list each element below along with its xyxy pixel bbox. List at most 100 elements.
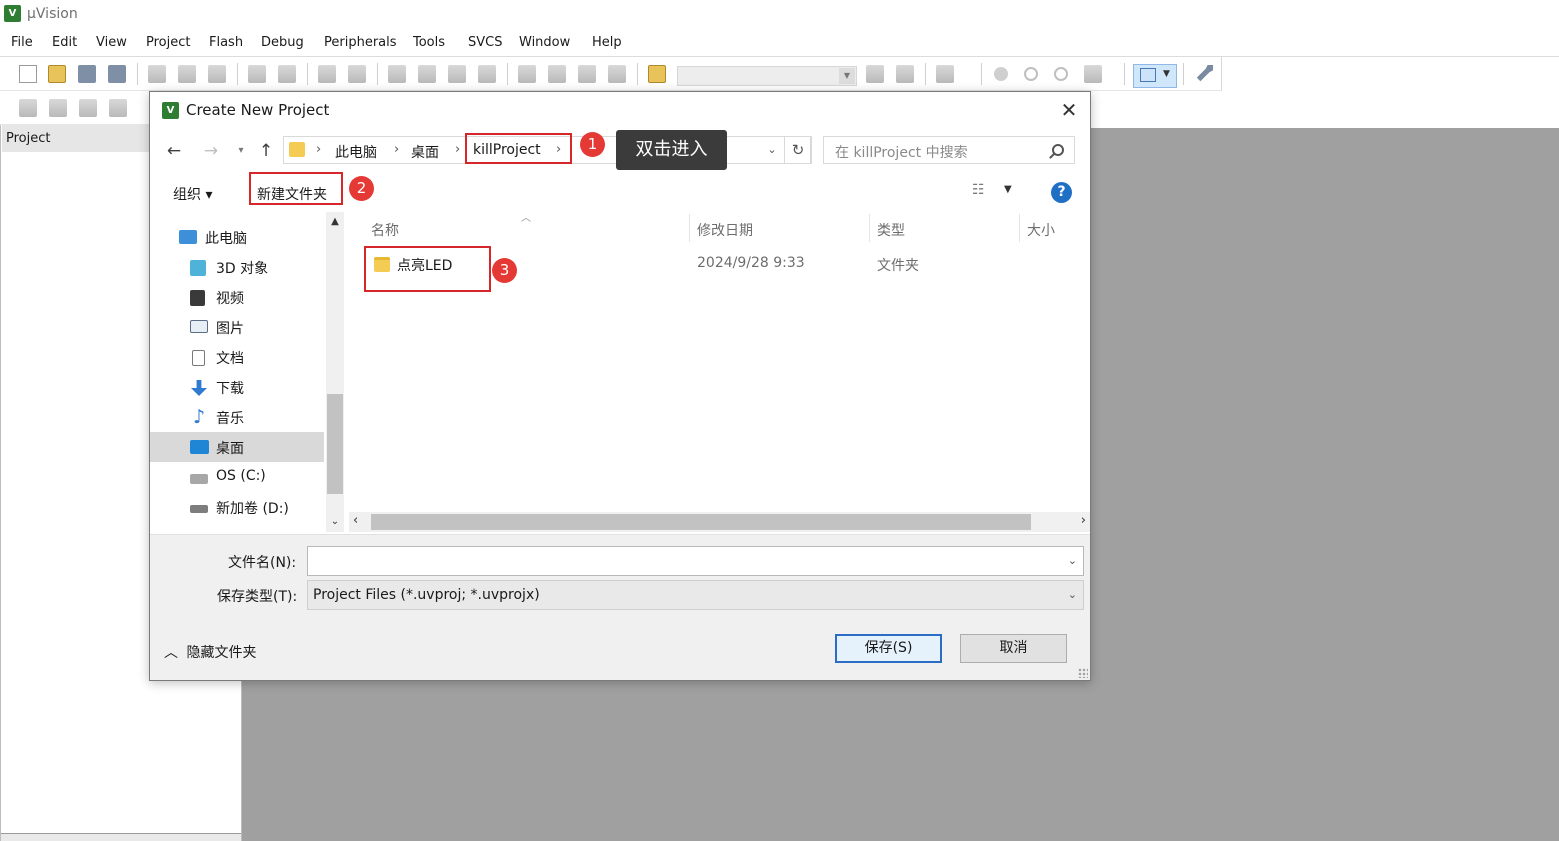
menu-peripherals[interactable]: Peripherals bbox=[324, 35, 397, 50]
nav-item-this-pc[interactable]: 此电脑 bbox=[150, 222, 324, 252]
nav-item-music[interactable]: ♪ 音乐 bbox=[150, 402, 324, 432]
find-icon[interactable] bbox=[866, 65, 884, 83]
menu-debug[interactable]: Debug bbox=[261, 35, 304, 50]
open-file-icon[interactable] bbox=[48, 65, 66, 83]
nav-item-volume-d[interactable]: 新加卷 (D:) bbox=[150, 492, 324, 522]
translate-icon[interactable] bbox=[19, 99, 37, 117]
nav-item-3d-objects[interactable]: 3D 对象 bbox=[150, 252, 324, 282]
find-in-files-icon[interactable] bbox=[648, 65, 666, 83]
menu-project[interactable]: Project bbox=[146, 35, 190, 50]
nav-item-os-c[interactable]: OS (C:) bbox=[150, 462, 324, 492]
scroll-down-icon[interactable]: ⌄ bbox=[326, 516, 344, 530]
nav-item-videos[interactable]: 视频 bbox=[150, 282, 324, 312]
column-size[interactable]: 大小 bbox=[1027, 220, 1055, 240]
chevron-down-icon[interactable]: ⌄ bbox=[1068, 554, 1077, 567]
scrollbar-thumb[interactable] bbox=[327, 394, 343, 494]
toolbar-separator bbox=[237, 63, 238, 85]
disable-breakpoint-icon[interactable] bbox=[1024, 67, 1038, 81]
scroll-up-icon[interactable]: ▲ bbox=[326, 216, 344, 230]
file-type: 文件夹 bbox=[877, 258, 919, 274]
forward-arrow-icon[interactable]: → bbox=[200, 140, 222, 162]
scroll-left-icon[interactable]: ‹ bbox=[353, 513, 358, 528]
organize-button[interactable]: 组织 ▾ bbox=[173, 184, 212, 204]
unindent-icon[interactable] bbox=[548, 65, 566, 83]
menu-svcs[interactable]: SVCS bbox=[468, 35, 502, 50]
nav-item-downloads[interactable]: 下载 bbox=[150, 372, 324, 402]
bookmark-next-icon[interactable] bbox=[448, 65, 466, 83]
cancel-button[interactable]: 取消 bbox=[960, 634, 1067, 663]
configure-icon[interactable] bbox=[1196, 65, 1213, 82]
project-panel-tabs[interactable] bbox=[1, 833, 241, 841]
horizontal-scrollbar[interactable]: ‹ › bbox=[349, 512, 1090, 532]
save-icon[interactable] bbox=[78, 65, 96, 83]
scrollbar-thumb[interactable] bbox=[371, 514, 1031, 530]
column-divider[interactable] bbox=[689, 214, 690, 242]
save-all-icon[interactable] bbox=[108, 65, 126, 83]
download-icon[interactable] bbox=[109, 99, 127, 117]
uncomment-icon[interactable] bbox=[608, 65, 626, 83]
column-divider[interactable] bbox=[1019, 214, 1020, 242]
menu-file[interactable]: File bbox=[11, 35, 33, 50]
rebuild-icon[interactable] bbox=[79, 99, 97, 117]
scroll-right-icon[interactable]: › bbox=[1081, 513, 1086, 528]
find-combo[interactable]: ▼ bbox=[677, 66, 857, 86]
nav-item-pictures[interactable]: 图片 bbox=[150, 312, 324, 342]
paste-icon[interactable] bbox=[208, 65, 226, 83]
menu-view[interactable]: View bbox=[96, 35, 127, 50]
nav-back-icon[interactable] bbox=[318, 65, 336, 83]
chevron-down-icon[interactable]: ⌄ bbox=[762, 140, 782, 160]
help-icon[interactable]: ? bbox=[1051, 182, 1072, 203]
menu-tools[interactable]: Tools bbox=[413, 35, 445, 50]
incremental-find-icon[interactable] bbox=[896, 65, 914, 83]
menu-window[interactable]: Window bbox=[519, 35, 570, 50]
cut-icon[interactable] bbox=[148, 65, 166, 83]
breadcrumb-desktop[interactable]: 桌面 bbox=[411, 142, 439, 162]
toolbar-separator bbox=[1183, 63, 1184, 85]
view-options-button[interactable]: ☷ ▼ bbox=[972, 182, 1020, 204]
nav-item-desktop[interactable]: 桌面 bbox=[150, 432, 324, 462]
nav-item-label: 3D 对象 bbox=[216, 261, 269, 277]
uvision-icon: V bbox=[162, 102, 179, 119]
redo-icon[interactable] bbox=[278, 65, 296, 83]
search-input[interactable]: 在 killProject 中搜索 bbox=[823, 136, 1075, 164]
copy-icon[interactable] bbox=[178, 65, 196, 83]
kill-breakpoints-icon[interactable] bbox=[1084, 65, 1102, 83]
nav-forward-icon[interactable] bbox=[348, 65, 366, 83]
hide-folders-button[interactable]: ︿ 隐藏文件夹 bbox=[164, 642, 256, 662]
save-button[interactable]: 保存(S) bbox=[835, 634, 942, 663]
close-icon[interactable]: ✕ bbox=[1054, 96, 1084, 124]
resize-grip[interactable] bbox=[1078, 668, 1088, 678]
window-layout-button[interactable]: ▼ bbox=[1133, 64, 1177, 88]
savetype-select[interactable]: Project Files (*.uvproj; *.uvprojx) ⌄ bbox=[307, 580, 1084, 610]
up-arrow-icon[interactable]: ↑ bbox=[255, 140, 277, 162]
column-name[interactable]: 名称 bbox=[371, 220, 399, 240]
new-file-icon[interactable] bbox=[19, 65, 37, 83]
refresh-icon[interactable]: ↻ bbox=[784, 136, 812, 164]
bookmark-prev-icon[interactable] bbox=[418, 65, 436, 83]
video-icon bbox=[190, 290, 205, 306]
main-toolbar bbox=[0, 57, 1222, 91]
filename-field[interactable]: ⌄ bbox=[307, 546, 1084, 576]
menu-help[interactable]: Help bbox=[592, 35, 622, 50]
comment-icon[interactable] bbox=[578, 65, 596, 83]
nav-scrollbar[interactable]: ▲ ⌄ bbox=[326, 212, 344, 532]
undo-icon[interactable] bbox=[248, 65, 266, 83]
breakpoint-icon[interactable] bbox=[994, 67, 1008, 81]
indent-icon[interactable] bbox=[518, 65, 536, 83]
nav-item-documents[interactable]: 文档 bbox=[150, 342, 324, 372]
file-date: 2024/9/28 9:33 bbox=[697, 255, 805, 271]
back-arrow-icon[interactable]: ← bbox=[163, 140, 185, 162]
menu-edit[interactable]: Edit bbox=[52, 35, 77, 50]
bookmark-icon[interactable] bbox=[388, 65, 406, 83]
bookmark-clear-icon[interactable] bbox=[478, 65, 496, 83]
column-divider[interactable] bbox=[869, 214, 870, 242]
recent-locations-icon[interactable]: ▾ bbox=[230, 140, 252, 162]
column-type[interactable]: 类型 bbox=[877, 220, 905, 240]
chevron-down-icon[interactable]: ▼ bbox=[839, 68, 855, 84]
build-icon[interactable] bbox=[49, 99, 67, 117]
column-date[interactable]: 修改日期 bbox=[697, 220, 753, 240]
menu-flash[interactable]: Flash bbox=[209, 35, 243, 50]
zoom-icon[interactable] bbox=[936, 65, 954, 83]
disable-all-breakpoints-icon[interactable] bbox=[1054, 67, 1068, 81]
breadcrumb-this-pc[interactable]: 此电脑 bbox=[335, 142, 377, 162]
